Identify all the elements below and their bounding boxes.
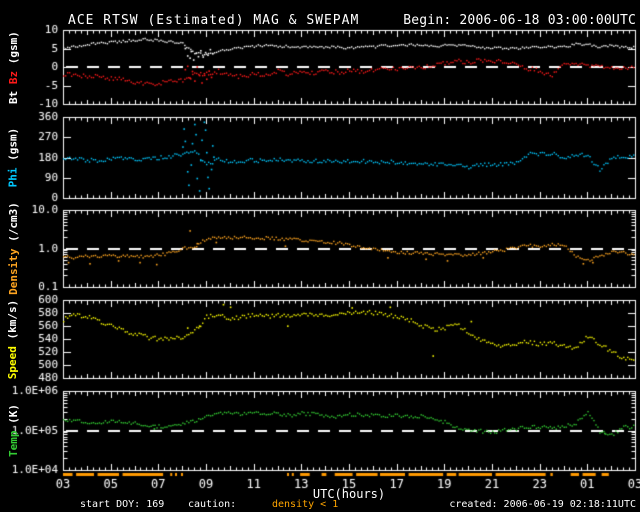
footer-start-doy: start DOY: 169: [80, 499, 165, 510]
plot-title: ACE RTSW (Estimated) MAG & SWEPAM: [68, 13, 360, 28]
footer-created-timestamp: created: 2006-06-19 02:18:11UTC: [449, 499, 636, 510]
begin-timestamp: Begin: 2006-06-18 03:00:00UTC: [403, 13, 636, 28]
ace-rtsw-plot: ACE RTSW (Estimated) MAG & SWEPAM Begin:…: [0, 0, 640, 512]
footer-caution-label: caution:: [188, 499, 237, 510]
chart-canvas: [0, 0, 640, 512]
footer-caution-value: density < 1: [272, 499, 339, 510]
